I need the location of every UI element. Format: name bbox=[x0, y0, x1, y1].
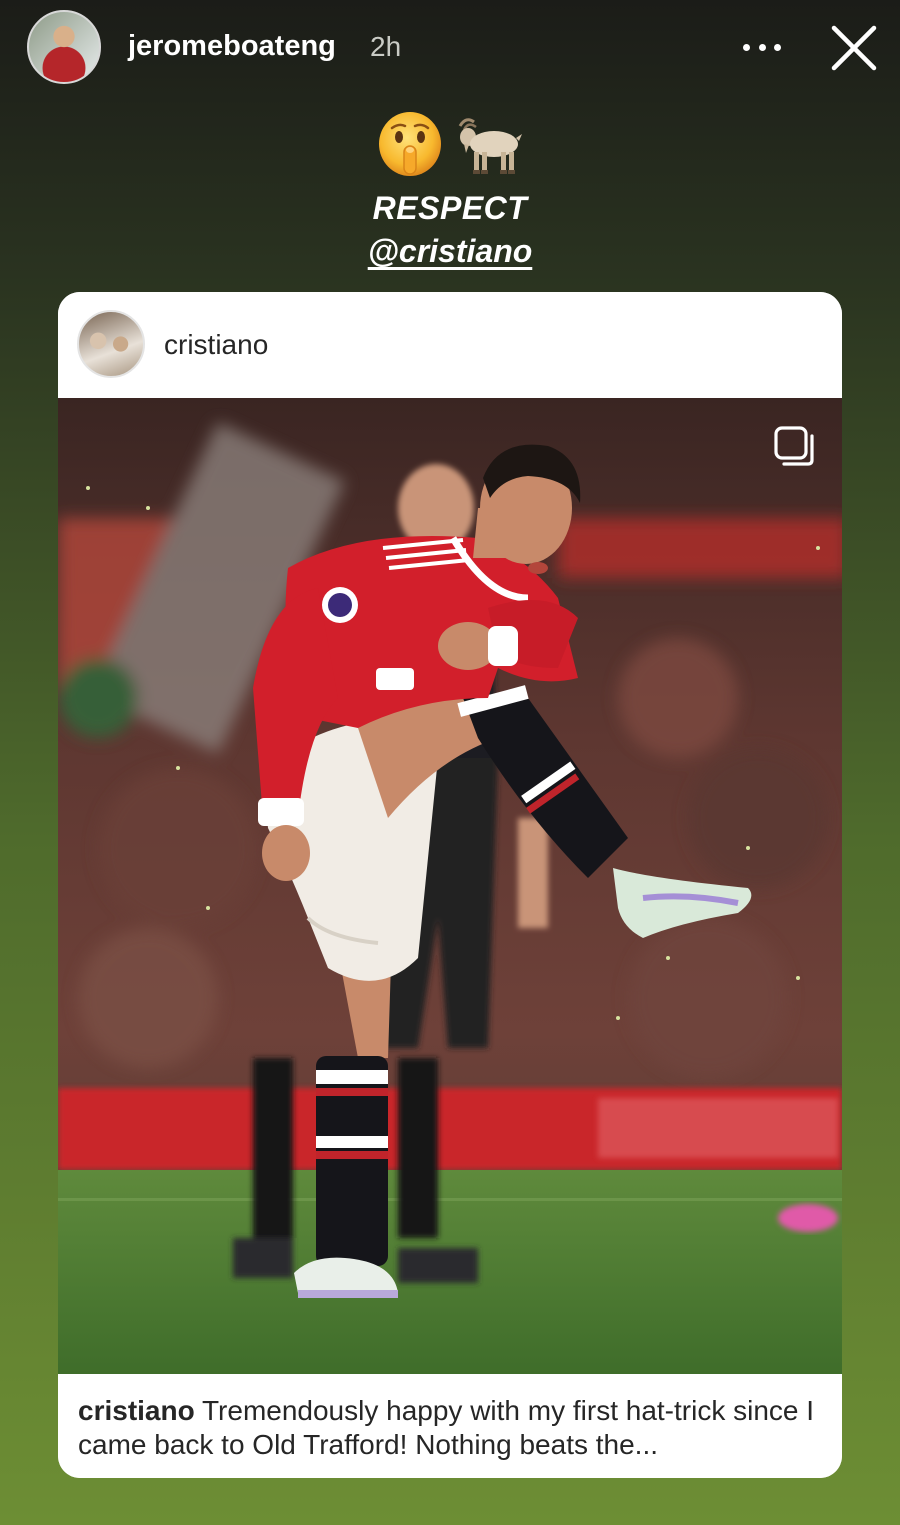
shushing-face-emoji-icon bbox=[379, 112, 441, 176]
post-author-avatar[interactable] bbox=[77, 310, 145, 378]
story-author-username[interactable]: jeromeboateng bbox=[128, 30, 336, 63]
football-player-photo bbox=[58, 398, 842, 1374]
caption-username[interactable]: cristiano bbox=[78, 1395, 195, 1426]
post-author-username[interactable]: cristiano bbox=[164, 329, 268, 361]
story-timestamp: 2h bbox=[370, 31, 402, 62]
story-headline-text: RESPECT bbox=[372, 190, 528, 226]
post-photo[interactable] bbox=[58, 398, 842, 1374]
post-caption: cristiano Tremendously happy with my fir… bbox=[58, 1374, 842, 1478]
close-icon[interactable] bbox=[826, 20, 882, 76]
story-header: jeromeboateng 2h bbox=[0, 0, 900, 96]
emoji-sticker-row bbox=[0, 104, 900, 184]
more-options-icon[interactable] bbox=[740, 30, 784, 64]
goat-emoji-icon bbox=[458, 118, 522, 174]
post-header: cristiano bbox=[58, 292, 842, 398]
carousel-icon bbox=[774, 426, 814, 466]
story-mention-link[interactable]: @cristiano bbox=[0, 233, 900, 270]
story-author-avatar[interactable] bbox=[27, 10, 101, 84]
shared-post-card[interactable]: cristiano cristiano Tremendously happy w… bbox=[58, 292, 842, 1478]
